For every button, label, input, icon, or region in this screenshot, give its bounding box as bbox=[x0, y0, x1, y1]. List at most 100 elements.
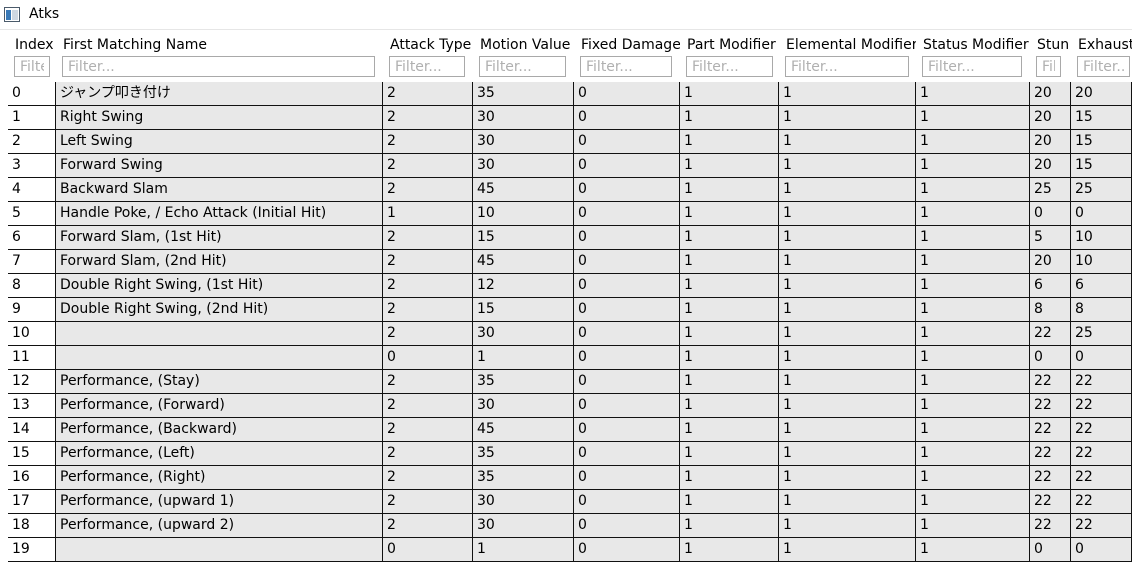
cell-attack_type[interactable]: 0 bbox=[383, 346, 473, 370]
cell-fixed_damage[interactable]: 0 bbox=[574, 322, 680, 346]
cell-status_modifier[interactable]: 1 bbox=[916, 130, 1030, 154]
cell-status_modifier[interactable]: 1 bbox=[916, 514, 1030, 538]
cell-name[interactable]: Performance, (Stay) bbox=[56, 370, 383, 394]
filter-input-part_modifier[interactable] bbox=[686, 56, 773, 77]
table-row[interactable]: 14 Performance, (Backward) 2 45 0 1 1 1 22 22 bbox=[8, 418, 1132, 442]
cell-exhaust[interactable]: 8 bbox=[1071, 298, 1132, 322]
cell-attack_type[interactable]: 1 bbox=[383, 202, 473, 226]
cell-exhaust[interactable]: 22 bbox=[1071, 466, 1132, 490]
cell-attack_type[interactable]: 2 bbox=[383, 250, 473, 274]
cell-elemental_modifier[interactable]: 1 bbox=[779, 130, 916, 154]
cell-part_modifier[interactable]: 1 bbox=[680, 514, 779, 538]
cell-status_modifier[interactable]: 1 bbox=[916, 346, 1030, 370]
cell-exhaust[interactable]: 10 bbox=[1071, 250, 1132, 274]
cell-name[interactable] bbox=[56, 346, 383, 370]
cell-attack_type[interactable]: 2 bbox=[383, 490, 473, 514]
table-row[interactable]: 19 0 1 0 1 1 1 0 0 bbox=[8, 538, 1132, 562]
cell-stun[interactable]: 22 bbox=[1030, 442, 1071, 466]
cell-part_modifier[interactable]: 1 bbox=[680, 250, 779, 274]
cell-part_modifier[interactable]: 1 bbox=[680, 490, 779, 514]
cell-part_modifier[interactable]: 1 bbox=[680, 178, 779, 202]
cell-stun[interactable]: 22 bbox=[1030, 514, 1071, 538]
cell-elemental_modifier[interactable]: 1 bbox=[779, 154, 916, 178]
cell-elemental_modifier[interactable]: 1 bbox=[779, 370, 916, 394]
cell-part_modifier[interactable]: 1 bbox=[680, 226, 779, 250]
cell-stun[interactable]: 0 bbox=[1030, 202, 1071, 226]
cell-stun[interactable]: 22 bbox=[1030, 490, 1071, 514]
cell-motion_value[interactable]: 30 bbox=[473, 514, 574, 538]
cell-fixed_damage[interactable]: 0 bbox=[574, 442, 680, 466]
cell-status_modifier[interactable]: 1 bbox=[916, 274, 1030, 298]
cell-motion_value[interactable]: 10 bbox=[473, 202, 574, 226]
cell-stun[interactable]: 20 bbox=[1030, 130, 1071, 154]
cell-part_modifier[interactable]: 1 bbox=[680, 298, 779, 322]
cell-elemental_modifier[interactable]: 1 bbox=[779, 538, 916, 562]
cell-part_modifier[interactable]: 1 bbox=[680, 274, 779, 298]
cell-motion_value[interactable]: 35 bbox=[473, 370, 574, 394]
cell-attack_type[interactable]: 2 bbox=[383, 154, 473, 178]
cell-attack_type[interactable]: 2 bbox=[383, 226, 473, 250]
column-header-stun[interactable]: Stun bbox=[1030, 31, 1071, 81]
cell-fixed_damage[interactable]: 0 bbox=[574, 106, 680, 130]
cell-status_modifier[interactable]: 1 bbox=[916, 322, 1030, 346]
filter-input-name[interactable] bbox=[62, 56, 375, 77]
cell-stun[interactable]: 22 bbox=[1030, 322, 1071, 346]
cell-elemental_modifier[interactable]: 1 bbox=[779, 106, 916, 130]
cell-name[interactable]: Left Swing bbox=[56, 130, 383, 154]
column-header-attack_type[interactable]: Attack Type bbox=[383, 31, 473, 81]
cell-name[interactable]: Double Right Swing, (2nd Hit) bbox=[56, 298, 383, 322]
cell-fixed_damage[interactable]: 0 bbox=[574, 154, 680, 178]
cell-exhaust[interactable]: 15 bbox=[1071, 130, 1132, 154]
table-row[interactable]: 5 Handle Poke, / Echo Attack (Initial Hit… bbox=[8, 202, 1132, 226]
column-header-name[interactable]: First Matching Name bbox=[56, 31, 383, 81]
cell-exhaust[interactable]: 0 bbox=[1071, 202, 1132, 226]
cell-status_modifier[interactable]: 1 bbox=[916, 226, 1030, 250]
cell-elemental_modifier[interactable]: 1 bbox=[779, 274, 916, 298]
cell-attack_type[interactable]: 2 bbox=[383, 442, 473, 466]
cell-exhaust[interactable]: 22 bbox=[1071, 370, 1132, 394]
cell-exhaust[interactable]: 20 bbox=[1071, 82, 1132, 106]
cell-fixed_damage[interactable]: 0 bbox=[574, 394, 680, 418]
cell-motion_value[interactable]: 1 bbox=[473, 346, 574, 370]
cell-stun[interactable]: 20 bbox=[1030, 82, 1071, 106]
cell-attack_type[interactable]: 2 bbox=[383, 394, 473, 418]
cell-attack_type[interactable]: 0 bbox=[383, 538, 473, 562]
column-header-index[interactable]: Index bbox=[8, 31, 56, 81]
cell-status_modifier[interactable]: 1 bbox=[916, 178, 1030, 202]
cell-fixed_damage[interactable]: 0 bbox=[574, 466, 680, 490]
column-header-elemental_modifier[interactable]: Elemental Modifier bbox=[779, 31, 918, 81]
cell-stun[interactable]: 5 bbox=[1030, 226, 1071, 250]
cell-attack_type[interactable]: 2 bbox=[383, 178, 473, 202]
cell-motion_value[interactable]: 30 bbox=[473, 490, 574, 514]
cell-status_modifier[interactable]: 1 bbox=[916, 418, 1030, 442]
table-row[interactable]: 9 Double Right Swing, (2nd Hit) 2 15 0 1 1 1 8 8 bbox=[8, 298, 1132, 322]
column-header-exhaust[interactable]: Exhaust bbox=[1071, 31, 1132, 81]
cell-fixed_damage[interactable]: 0 bbox=[574, 130, 680, 154]
table-row[interactable]: 18 Performance, (upward 2) 2 30 0 1 1 1 22 22 bbox=[8, 514, 1132, 538]
cell-elemental_modifier[interactable]: 1 bbox=[779, 466, 916, 490]
table-row[interactable]: 0 ジャンプ叩き付け 2 35 0 1 1 1 20 20 bbox=[8, 82, 1132, 106]
cell-elemental_modifier[interactable]: 1 bbox=[779, 250, 916, 274]
cell-part_modifier[interactable]: 1 bbox=[680, 538, 779, 562]
cell-part_modifier[interactable]: 1 bbox=[680, 154, 779, 178]
cell-elemental_modifier[interactable]: 1 bbox=[779, 226, 916, 250]
cell-motion_value[interactable]: 35 bbox=[473, 82, 574, 106]
cell-fixed_damage[interactable]: 0 bbox=[574, 82, 680, 106]
cell-stun[interactable]: 8 bbox=[1030, 298, 1071, 322]
cell-attack_type[interactable]: 2 bbox=[383, 514, 473, 538]
cell-exhaust[interactable]: 22 bbox=[1071, 418, 1132, 442]
cell-elemental_modifier[interactable]: 1 bbox=[779, 322, 916, 346]
cell-fixed_damage[interactable]: 0 bbox=[574, 250, 680, 274]
table-row[interactable]: 12 Performance, (Stay) 2 35 0 1 1 1 22 22 bbox=[8, 370, 1132, 394]
column-header-status_modifier[interactable]: Status Modifier bbox=[916, 31, 1030, 81]
cell-fixed_damage[interactable]: 0 bbox=[574, 202, 680, 226]
cell-elemental_modifier[interactable]: 1 bbox=[779, 514, 916, 538]
column-header-part_modifier[interactable]: Part Modifier bbox=[680, 31, 779, 81]
cell-motion_value[interactable]: 30 bbox=[473, 322, 574, 346]
cell-exhaust[interactable]: 22 bbox=[1071, 490, 1132, 514]
cell-part_modifier[interactable]: 1 bbox=[680, 442, 779, 466]
cell-motion_value[interactable]: 35 bbox=[473, 466, 574, 490]
table-row[interactable]: 1 Right Swing 2 30 0 1 1 1 20 15 bbox=[8, 106, 1132, 130]
cell-part_modifier[interactable]: 1 bbox=[680, 394, 779, 418]
table-row[interactable]: 7 Forward Slam, (2nd Hit) 2 45 0 1 1 1 20 10 bbox=[8, 250, 1132, 274]
